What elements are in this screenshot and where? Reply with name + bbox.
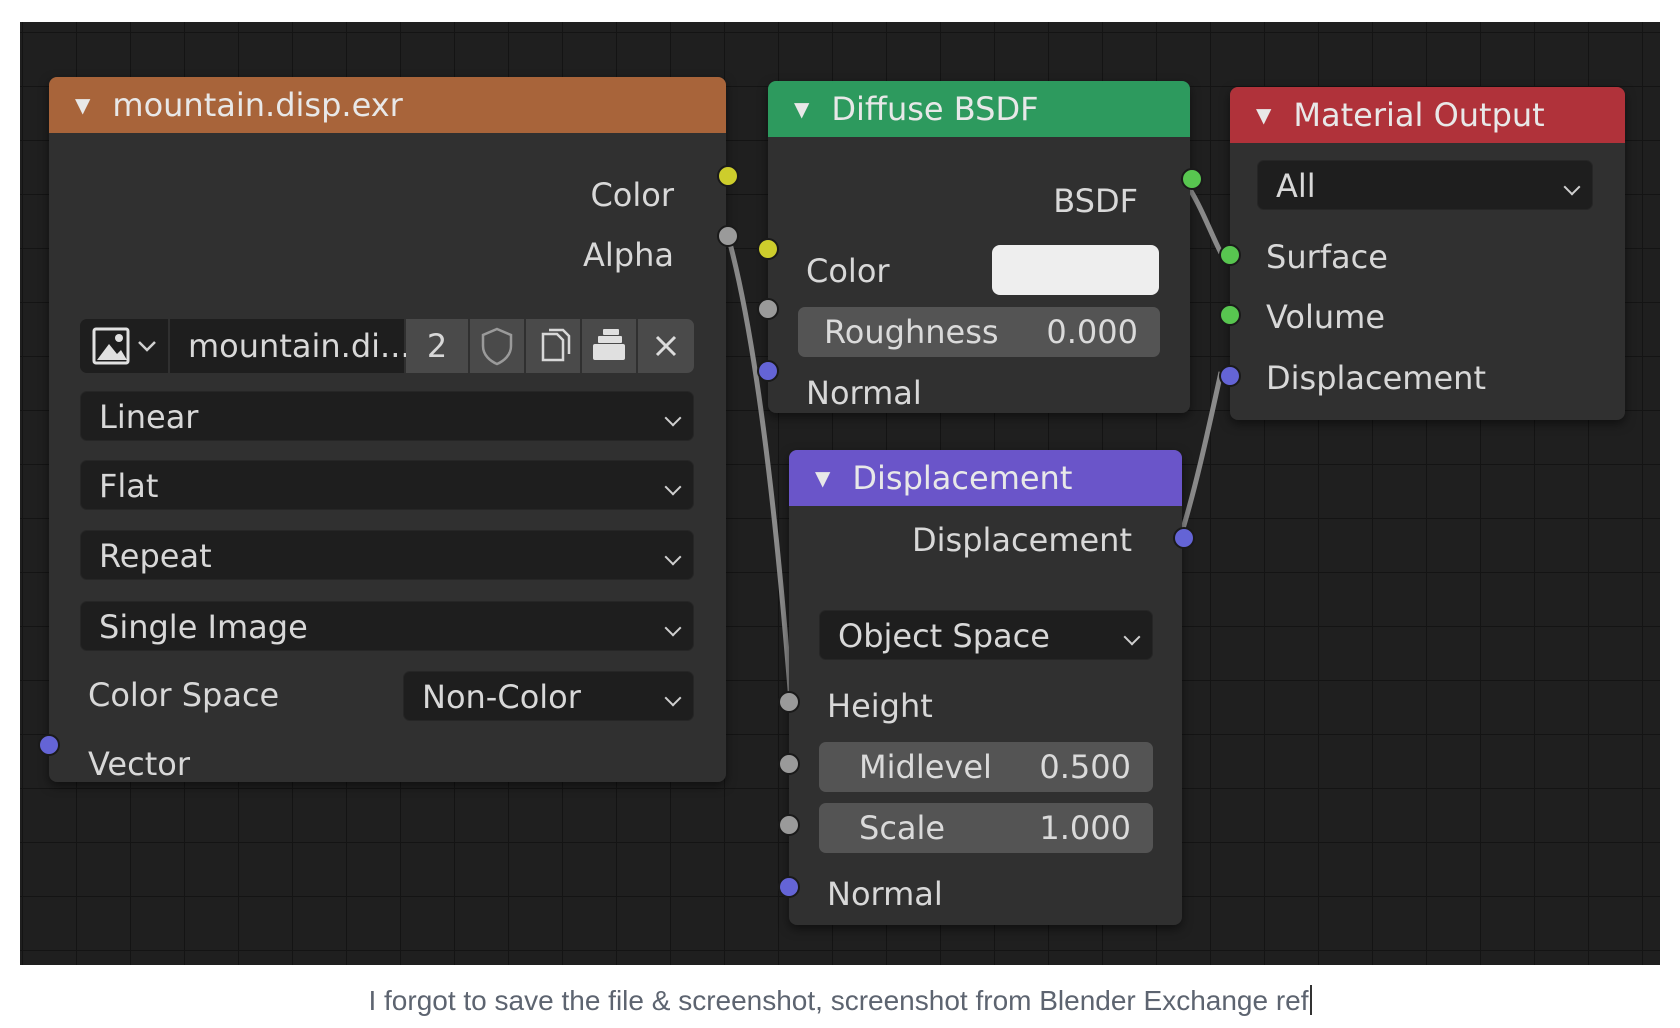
interpolation-dropdown[interactable]: Linear	[80, 391, 694, 441]
image-caption: I forgot to save the file & screenshot, …	[0, 985, 1680, 1017]
extension-value: Repeat	[99, 537, 212, 575]
image-texture-node[interactable]: ▼ mountain.disp.exr Color Alpha mountain…	[49, 77, 726, 783]
space-dropdown[interactable]: Object Space	[819, 610, 1153, 660]
chevron-down-icon	[1563, 178, 1581, 196]
chevron-down-icon	[664, 478, 682, 496]
socket-roughness-input[interactable]	[757, 298, 779, 320]
input-label-normal: Normal	[827, 875, 943, 913]
color-swatch[interactable]	[992, 245, 1159, 295]
pack-icon	[593, 329, 625, 360]
socket-bsdf-output[interactable]	[1181, 168, 1203, 190]
source-value: Single Image	[99, 608, 308, 646]
close-icon	[655, 335, 677, 357]
chevron-down-icon	[664, 548, 682, 566]
socket-color-input[interactable]	[757, 238, 779, 260]
collapse-triangle-icon[interactable]: ▼	[75, 93, 90, 117]
node-title: Displacement	[852, 459, 1073, 497]
node-title: Diffuse BSDF	[831, 90, 1039, 128]
output-label-displacement: Displacement	[912, 521, 1132, 559]
socket-surface-input[interactable]	[1219, 244, 1241, 266]
pack-button[interactable]	[582, 319, 638, 373]
text-cursor	[1309, 985, 1312, 1015]
chevron-down-icon	[1123, 628, 1141, 646]
users-count[interactable]: 2	[406, 319, 470, 373]
input-label-height: Height	[827, 687, 933, 725]
roughness-field[interactable]: Roughness 0.000	[798, 307, 1160, 357]
duplicate-icon	[541, 328, 571, 362]
output-label-bsdf: BSDF	[1053, 182, 1138, 220]
scale-label: Scale	[859, 809, 946, 847]
node-editor-canvas[interactable]: ▼ mountain.disp.exr Color Alpha mountain…	[20, 22, 1660, 965]
caption-text: I forgot to save the file & screenshot, …	[368, 985, 1309, 1016]
roughness-value: 0.000	[1046, 313, 1138, 351]
chevron-down-icon	[664, 409, 682, 427]
socket-volume-input[interactable]	[1219, 304, 1241, 326]
socket-normal-input[interactable]	[778, 876, 800, 898]
node-title: Material Output	[1293, 96, 1545, 134]
source-dropdown[interactable]: Single Image	[80, 601, 694, 651]
image-selector-bar: mountain.di... 2	[80, 319, 694, 373]
roughness-label: Roughness	[824, 313, 999, 351]
output-label-alpha: Alpha	[583, 236, 674, 274]
fake-user-button[interactable]	[470, 319, 526, 373]
diffuse-bsdf-node[interactable]: ▼ Diffuse BSDF BSDF Color Roughness 0.00…	[768, 81, 1190, 413]
socket-alpha-output[interactable]	[717, 225, 739, 247]
midlevel-field[interactable]: Midlevel 0.500	[819, 742, 1153, 792]
socket-normal-input[interactable]	[757, 360, 779, 382]
socket-displacement-input[interactable]	[1219, 365, 1241, 387]
color-space-value: Non-Color	[422, 678, 581, 716]
target-dropdown[interactable]: All	[1257, 160, 1593, 210]
output-label-color: Color	[590, 176, 674, 214]
midlevel-label: Midlevel	[859, 748, 992, 786]
interpolation-value: Linear	[99, 398, 199, 436]
chevron-down-icon	[664, 689, 682, 707]
socket-color-output[interactable]	[717, 165, 739, 187]
input-label-normal: Normal	[806, 374, 922, 412]
collapse-triangle-icon[interactable]: ▼	[815, 466, 830, 490]
displacement-node[interactable]: ▼ Displacement Displacement Object Space…	[789, 450, 1182, 925]
duplicate-button[interactable]	[526, 319, 582, 373]
socket-midlevel-input[interactable]	[778, 753, 800, 775]
scale-field[interactable]: Scale 1.000	[819, 803, 1153, 853]
scale-value: 1.000	[1039, 809, 1131, 847]
input-label-color: Color	[806, 252, 890, 290]
input-label-volume: Volume	[1266, 298, 1386, 336]
midlevel-value: 0.500	[1039, 748, 1131, 786]
chevron-down-icon	[138, 341, 156, 352]
input-label-surface: Surface	[1266, 238, 1388, 276]
image-name-field[interactable]: mountain.di...	[170, 319, 411, 373]
chevron-down-icon	[664, 619, 682, 637]
projection-dropdown[interactable]: Flat	[80, 460, 694, 510]
socket-scale-input[interactable]	[778, 814, 800, 836]
node-title: mountain.disp.exr	[112, 86, 403, 124]
material-output-node-header[interactable]: ▼ Material Output	[1230, 87, 1625, 143]
input-label-vector: Vector	[88, 745, 190, 783]
projection-value: Flat	[99, 467, 159, 505]
input-label-displacement: Displacement	[1266, 359, 1486, 397]
material-output-node[interactable]: ▼ Material Output All Surface Volume Dis…	[1230, 87, 1625, 420]
diffuse-bsdf-node-header[interactable]: ▼ Diffuse BSDF	[768, 81, 1190, 137]
image-texture-node-header[interactable]: ▼ mountain.disp.exr	[49, 77, 726, 133]
target-value: All	[1276, 167, 1316, 205]
socket-height-input[interactable]	[778, 691, 800, 713]
extension-dropdown[interactable]: Repeat	[80, 530, 694, 580]
collapse-triangle-icon[interactable]: ▼	[794, 97, 809, 121]
unlink-button[interactable]	[638, 319, 694, 373]
socket-displacement-output[interactable]	[1173, 527, 1195, 549]
fake-user-shield-icon	[481, 327, 513, 366]
image-browse-button[interactable]	[80, 319, 170, 373]
space-value: Object Space	[838, 617, 1050, 655]
color-space-label: Color Space	[88, 676, 280, 714]
displacement-node-header[interactable]: ▼ Displacement	[789, 450, 1182, 506]
socket-vector-input[interactable]	[38, 734, 60, 756]
color-space-dropdown[interactable]: Non-Color	[403, 671, 694, 721]
image-icon	[92, 327, 130, 365]
collapse-triangle-icon[interactable]: ▼	[1256, 103, 1271, 127]
